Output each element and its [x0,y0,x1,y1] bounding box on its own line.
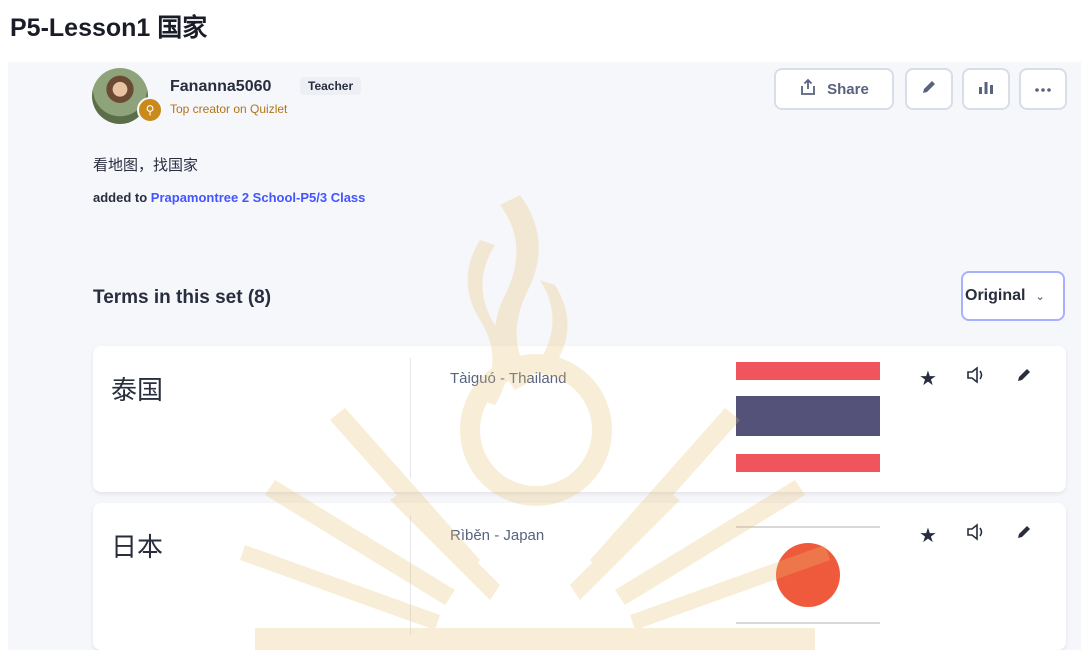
set-description: 看地图，找国家 [93,157,199,174]
medal-icon: ⚲ [137,97,163,123]
bar-chart-icon [977,78,995,101]
terms-heading: Terms in this set (8) [93,287,272,308]
japan-flag-image[interactable] [736,519,880,631]
sort-selected-value: Original [965,287,1026,304]
more-options-button[interactable] [1019,68,1067,110]
definition-text: Tàiguó - Thailand [450,370,567,387]
stats-button[interactable] [962,68,1010,110]
card-divider [410,515,411,635]
star-icon[interactable]: ★ [917,366,939,391]
added-prefix: added to [93,190,148,205]
chevron-down-icon: ⌄ [1035,290,1045,303]
definition-text: Rìběn - Japan [450,527,545,544]
class-link[interactable]: Prapamontree 2 School-P5/3 Class [151,190,366,205]
share-icon [799,78,817,101]
card-actions: ★ [917,366,1035,391]
card-actions: ★ [917,523,1035,548]
added-to-class: added to Prapamontree 2 School-P5/3 Clas… [93,190,365,205]
term-text: 泰国 [111,376,164,406]
more-icon [1034,80,1052,98]
role-badge: Teacher [300,77,362,95]
term-card: 泰国 Tàiguó - Thailand ★ [93,346,1066,492]
thailand-flag-image[interactable] [736,362,880,474]
term-card: 日本 Rìběn - Japan ★ [93,503,1066,650]
pencil-icon[interactable] [1013,366,1035,391]
pencil-icon [920,78,938,101]
audio-icon[interactable] [965,523,987,548]
edit-set-button[interactable] [905,68,953,110]
star-icon[interactable]: ★ [917,523,939,548]
audio-icon[interactable] [965,366,987,391]
creator-subtitle: Top creator on Quizlet [170,102,288,116]
share-button[interactable]: Share [774,68,894,110]
card-divider [410,358,411,478]
title-bar: P5-Lesson1 国家 [0,0,1081,62]
sort-select[interactable]: Original ⌄ [961,271,1065,321]
term-text: 日本 [111,533,164,563]
creator-username[interactable]: Fananna5060 [170,78,271,96]
set-title: P5-Lesson1 国家 [10,14,208,42]
share-label: Share [827,80,869,98]
pencil-icon[interactable] [1013,523,1035,548]
